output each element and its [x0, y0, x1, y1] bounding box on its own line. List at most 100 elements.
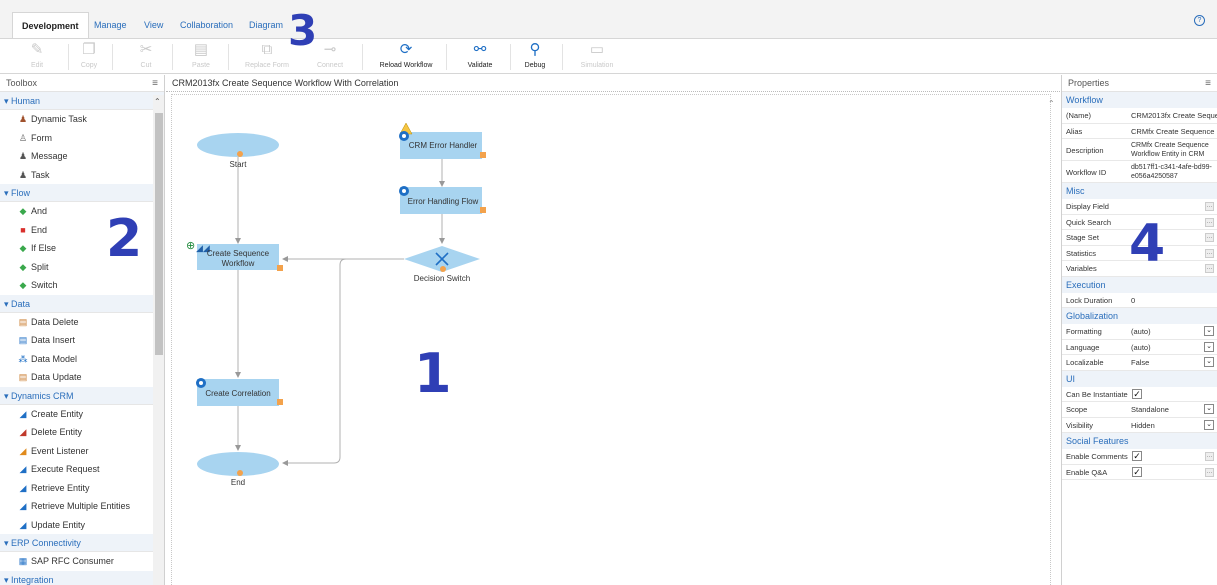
property-value[interactable]: 0	[1131, 293, 1217, 309]
hamburger-menu-icon[interactable]: ≡	[1205, 75, 1211, 92]
decision-switch-node[interactable]: Decision Switch	[404, 246, 480, 283]
toolbox-category-data[interactable]: ▾ Data	[0, 294, 164, 313]
toolbox-item[interactable]: ◢ Execute Request	[0, 460, 164, 479]
property-row[interactable]: (Name) CRM2013fx Create Seque	[1062, 108, 1217, 124]
edit-button[interactable]: ✎ Edit	[22, 39, 52, 75]
property-row[interactable]: Formatting (auto) ⌄	[1062, 324, 1217, 340]
connector-switch-to-end[interactable]	[282, 258, 404, 466]
properties-section-social-features[interactable]: Social Features	[1062, 433, 1217, 449]
validate-button[interactable]: ⚯ Validate	[462, 39, 498, 75]
collapse-arrow-icon[interactable]: ▾	[4, 188, 11, 198]
toolbox-item[interactable]: ▤ Data Update	[0, 368, 164, 387]
canvas-scroll-up-icon[interactable]: ⌃	[1048, 99, 1055, 108]
tab-diagram[interactable]: Diagram	[249, 14, 283, 36]
property-value[interactable]: CRMfx Create Sequence Workflow Entity in…	[1131, 141, 1217, 159]
help-icon[interactable]: ?	[1194, 15, 1205, 26]
properties-section-workflow[interactable]: Workflow	[1062, 92, 1217, 108]
cut-button[interactable]: ✂ Cut	[131, 39, 161, 75]
ellipsis-button[interactable]: …	[1205, 452, 1214, 461]
chevron-down-icon[interactable]: ⌄	[1204, 357, 1214, 367]
toolbox-item-label: Retrieve Entity	[31, 482, 90, 493]
chevron-down-icon[interactable]: ⌄	[1204, 404, 1214, 414]
scroll-up-icon[interactable]: ⌃	[154, 97, 161, 106]
toolbox-category-human[interactable]: ▾ Human	[0, 92, 164, 110]
collapse-arrow-icon[interactable]: ▾	[4, 299, 11, 309]
toolbox-scrollbar-thumb[interactable]	[155, 113, 163, 355]
tab-manage[interactable]: Manage	[94, 14, 127, 36]
paste-button[interactable]: ▤ Paste	[186, 39, 216, 75]
collapse-arrow-icon[interactable]: ▾	[4, 575, 11, 585]
property-row[interactable]: Alias CRMfx Create Sequence	[1062, 124, 1217, 140]
end-node[interactable]: End	[197, 452, 279, 487]
property-row[interactable]: Enable Q&A ✓…	[1062, 465, 1217, 480]
property-row[interactable]: Workflow ID db517ff1-c341-4afe-bd99-e056a…	[1062, 161, 1217, 183]
property-value[interactable]: CRM2013fx Create Seque	[1131, 108, 1217, 124]
toolbox-item[interactable]: ◢ Event Listener	[0, 442, 164, 461]
ellipsis-button[interactable]: …	[1205, 467, 1214, 477]
ellipsis-button[interactable]: …	[1205, 264, 1214, 273]
checkbox[interactable]: ✓	[1132, 451, 1142, 461]
reload-workflow-button[interactable]: ⟳ Reload Workflow	[376, 39, 436, 75]
toolbox-item[interactable]: ▤ Data Delete	[0, 313, 164, 332]
create-sequence-workflow-node[interactable]: ⊕ ◢◢ Create Sequence Workflow	[186, 240, 283, 271]
checkbox[interactable]: ✓	[1132, 388, 1142, 399]
property-row[interactable]: Can Be Instantiated ✓	[1062, 387, 1217, 402]
create-correlation-node[interactable]: Create Correlation	[196, 378, 283, 406]
toolbox-item[interactable]: ♟ Dynamic Task	[0, 110, 164, 129]
replace-form-button[interactable]: ⧉ Replace Form	[241, 39, 293, 75]
chevron-down-icon[interactable]: ⌄	[1204, 419, 1214, 430]
property-row[interactable]: Description CRMfx Create Sequence Workflo…	[1062, 139, 1217, 161]
property-value[interactable]: CRMfx Create Sequence	[1131, 124, 1217, 140]
toolbox-item[interactable]: ◆ Switch	[0, 276, 164, 295]
simulation-button[interactable]: ▭ Simulation	[576, 39, 618, 75]
copy-button[interactable]: ❐ Copy	[74, 39, 104, 75]
property-row[interactable]: Language (auto) ⌄	[1062, 340, 1217, 355]
debug-button[interactable]: ⚲ Debug	[520, 39, 550, 75]
ellipsis-button[interactable]: …	[1205, 217, 1214, 227]
property-row[interactable]: Localizable False ⌄	[1062, 355, 1217, 371]
property-key: Quick Search	[1066, 217, 1112, 227]
property-row[interactable]: Display Field…	[1062, 199, 1217, 215]
toolbox-item[interactable]: ▤ Data Insert	[0, 331, 164, 350]
toolbox-item[interactable]: ◢ Update Entity	[0, 516, 164, 535]
properties-section-misc[interactable]: Misc	[1062, 183, 1217, 199]
error-handling-flow-node[interactable]: Error Handling Flow	[399, 186, 486, 214]
toolbox-category-flow[interactable]: ▾ Flow	[0, 184, 164, 202]
tab-view[interactable]: View	[144, 14, 163, 36]
ellipsis-button[interactable]: …	[1205, 202, 1214, 211]
hamburger-menu-icon[interactable]: ≡	[152, 75, 158, 92]
toolbox-item[interactable]: ◢ Retrieve Multiple Entities	[0, 497, 164, 516]
toolbox-item[interactable]: ⁂ Data Model	[0, 350, 164, 369]
toolbox-category-dynamics-crm[interactable]: ▾ Dynamics CRM	[0, 386, 164, 405]
toolbox-category-integration[interactable]: ▾ Integration	[0, 570, 164, 585]
collapse-arrow-icon[interactable]: ▾	[4, 96, 11, 106]
property-row[interactable]: Visibility Hidden ⌄	[1062, 418, 1217, 433]
toolbox-item[interactable]: ♙ Form	[0, 129, 164, 148]
toolbox-item[interactable]: ◢ Create Entity	[0, 405, 164, 424]
property-row[interactable]: Enable Comments ✓…	[1062, 449, 1217, 465]
toolbox-category-erp-connectivity[interactable]: ▾ ERP Connectivity	[0, 534, 164, 552]
properties-section-globalization[interactable]: Globalization	[1062, 308, 1217, 324]
properties-section-execution[interactable]: Execution	[1062, 276, 1217, 293]
start-node[interactable]: Start	[197, 133, 279, 169]
collapse-arrow-icon[interactable]: ▾	[4, 538, 11, 548]
toolbox-item[interactable]: ◢ Retrieve Entity	[0, 479, 164, 498]
toolbox-item[interactable]: ♟ Message	[0, 147, 164, 166]
toolbox-item[interactable]: ▦ SAP RFC Consumer	[0, 552, 164, 571]
chevron-down-icon[interactable]: ⌄	[1204, 341, 1214, 352]
properties-section-ui[interactable]: UI	[1062, 370, 1217, 387]
chevron-down-icon[interactable]: ⌄	[1204, 326, 1214, 336]
ellipsis-button[interactable]: …	[1205, 233, 1214, 242]
toolbox-item[interactable]: ◢ Delete Entity	[0, 423, 164, 442]
ellipsis-button[interactable]: …	[1205, 248, 1214, 258]
property-row[interactable]: Lock Duration 0	[1062, 293, 1217, 309]
tab-development[interactable]: Development	[12, 12, 89, 38]
property-value[interactable]: db517ff1-c341-4afe-bd99-e056a4250587	[1131, 163, 1217, 181]
property-row[interactable]: Scope Standalone ⌄	[1062, 402, 1217, 418]
crm-error-handler-node[interactable]: CRM Error Handler	[399, 122, 486, 159]
collapse-arrow-icon[interactable]: ▾	[4, 391, 11, 401]
toolbox-item[interactable]: ♟ Task	[0, 166, 164, 185]
checkbox[interactable]: ✓	[1132, 466, 1142, 477]
tab-collaboration[interactable]: Collaboration	[180, 14, 233, 36]
callout-4: 4	[1129, 214, 1166, 274]
